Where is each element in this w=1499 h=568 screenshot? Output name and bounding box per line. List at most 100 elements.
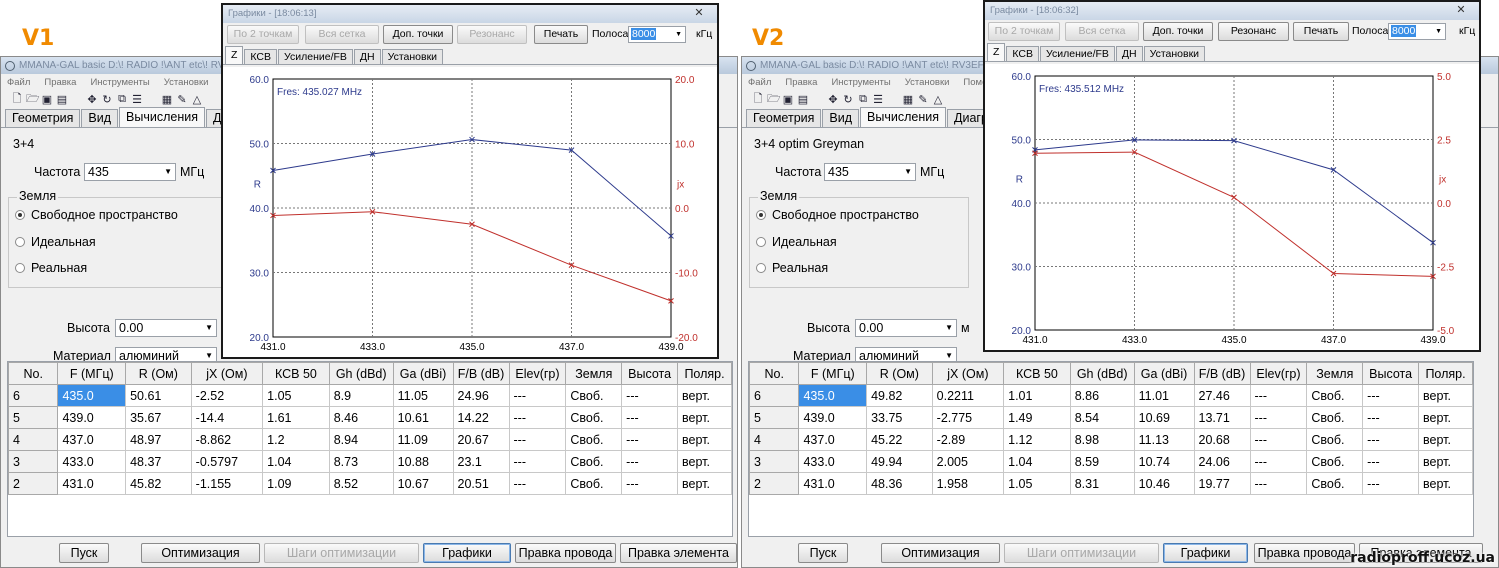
- print-button[interactable]: Печать: [1293, 22, 1349, 41]
- table-row[interactable]: 6 435.0 50.61 -2.52 1.05 8.9 11.05 24.96…: [8, 384, 732, 407]
- tab-geometry[interactable]: Геометрия: [5, 109, 81, 127]
- save-icon[interactable]: ▣: [782, 93, 794, 106]
- col-header[interactable]: No.: [749, 362, 800, 385]
- full-grid-button[interactable]: Вся сетка: [305, 25, 379, 44]
- edit-wire-button[interactable]: Правка провода: [515, 543, 616, 563]
- tab-geometry[interactable]: Геометрия: [746, 109, 822, 127]
- col-header[interactable]: Elev(гр): [1249, 362, 1308, 385]
- extra-points-button[interactable]: Доп. точки: [383, 25, 453, 44]
- rotate-icon[interactable]: ↻: [842, 93, 854, 106]
- table-row[interactable]: 2 431.0 45.82 -1.155 1.09 8.52 10.67 20.…: [8, 472, 732, 495]
- col-header[interactable]: Поляр.: [677, 362, 732, 385]
- height-combo[interactable]: 0.00 ▼: [855, 319, 957, 337]
- two-points-button[interactable]: По 2 точкам: [988, 22, 1060, 41]
- run-button[interactable]: Пуск: [798, 543, 848, 563]
- table-row[interactable]: 6 435.0 49.82 0.2211 1.01 8.86 11.01 27.…: [749, 384, 1473, 407]
- table-row[interactable]: 4 437.0 48.97 -8.862 1.2 8.94 11.09 20.6…: [8, 428, 732, 451]
- graphs-button[interactable]: Графики: [1163, 543, 1248, 563]
- col-header[interactable]: F/B (dB): [452, 362, 510, 385]
- frequency-combo[interactable]: 435 ▼: [84, 163, 176, 181]
- close-icon[interactable]: ✕: [687, 6, 711, 20]
- graph-tab-settings[interactable]: Установки: [381, 49, 444, 64]
- table-row[interactable]: 3 433.0 48.37 -0.5797 1.04 8.73 10.88 23…: [8, 450, 732, 473]
- col-header[interactable]: Земля: [1306, 362, 1364, 385]
- full-grid-button[interactable]: Вся сетка: [1065, 22, 1139, 41]
- col-header[interactable]: No.: [8, 362, 59, 385]
- edit-element-button[interactable]: Правка элемента: [620, 543, 737, 563]
- table-row[interactable]: 2 431.0 48.36 1.958 1.05 8.31 10.46 19.7…: [749, 472, 1473, 495]
- edit-wire-button[interactable]: Правка провода: [1254, 543, 1355, 563]
- col-header[interactable]: jX (Ом): [190, 362, 264, 385]
- graph-tab-gain[interactable]: Усиление/FB: [278, 49, 353, 64]
- graph-tab-swr[interactable]: КСВ: [244, 49, 278, 64]
- col-header[interactable]: Высота: [1362, 362, 1420, 385]
- tab-view[interactable]: Вид: [822, 109, 860, 127]
- height-combo[interactable]: 0.00 ▼: [115, 319, 217, 337]
- optimization-steps-button[interactable]: Шаги оптимизации: [1004, 543, 1159, 563]
- graph-tab-pattern[interactable]: ДН: [1115, 46, 1143, 61]
- table-row[interactable]: 3 433.0 49.94 2.005 1.04 8.59 10.74 24.0…: [749, 450, 1473, 473]
- radio-free-space[interactable]: Свободное пространство: [756, 208, 919, 222]
- graph-tab-pattern[interactable]: ДН: [353, 49, 381, 64]
- new-file-icon[interactable]: 🗋: [752, 90, 764, 109]
- radio-real[interactable]: Реальная: [15, 261, 87, 275]
- optimize-button[interactable]: Оптимизация: [881, 543, 1000, 563]
- graph-tab-swr[interactable]: КСВ: [1006, 46, 1040, 61]
- move-icon[interactable]: ✥: [86, 93, 98, 106]
- col-header[interactable]: Elev(гр): [508, 362, 567, 385]
- save-icon[interactable]: ▣: [41, 93, 53, 106]
- col-header[interactable]: Земля: [565, 362, 623, 385]
- menu-file[interactable]: Файл: [7, 77, 30, 88]
- col-header[interactable]: R (Ом): [866, 362, 933, 385]
- col-header[interactable]: Gh (dBd): [328, 362, 394, 385]
- band-combo[interactable]: 8000 ▼: [628, 26, 686, 43]
- resonance-button[interactable]: Резонанс: [457, 25, 527, 44]
- graph-tab-z[interactable]: Z: [987, 43, 1006, 61]
- menu-file[interactable]: Файл: [748, 77, 771, 88]
- radio-free-space[interactable]: Свободное пространство: [15, 208, 178, 222]
- radio-ideal[interactable]: Идеальная: [756, 235, 837, 249]
- graph-tab-z[interactable]: Z: [225, 46, 244, 64]
- edit-icon[interactable]: ▦: [161, 93, 173, 106]
- col-header[interactable]: jX (Ом): [931, 362, 1005, 385]
- col-header[interactable]: Gh (dBd): [1069, 362, 1135, 385]
- wire-icon[interactable]: ☰: [131, 93, 143, 106]
- pen-icon[interactable]: ✎: [176, 93, 188, 106]
- run-button[interactable]: Пуск: [59, 543, 109, 563]
- col-header[interactable]: Ga (dBi): [392, 362, 454, 385]
- rotate-icon[interactable]: ↻: [101, 93, 113, 106]
- menu-edit[interactable]: Правка: [785, 77, 817, 88]
- optimization-steps-button[interactable]: Шаги оптимизации: [264, 543, 419, 563]
- graph-titlebar[interactable]: Графики - [18:06:32] ✕: [985, 2, 1479, 20]
- col-header[interactable]: Высота: [621, 362, 679, 385]
- optimize-button[interactable]: Оптимизация: [141, 543, 260, 563]
- table-row[interactable]: 4 437.0 45.22 -2.89 1.12 8.98 11.13 20.6…: [749, 428, 1473, 451]
- graph-tab-settings[interactable]: Установки: [1143, 46, 1206, 61]
- extra-points-button[interactable]: Доп. точки: [1143, 22, 1213, 41]
- copy-icon[interactable]: ⧉: [857, 93, 869, 106]
- tab-calculations[interactable]: Вычисления: [119, 107, 205, 127]
- two-points-button[interactable]: По 2 точкам: [227, 25, 299, 44]
- col-header[interactable]: R (Ом): [125, 362, 192, 385]
- edit-icon[interactable]: ▦: [902, 93, 914, 106]
- triangle-icon[interactable]: △: [932, 93, 944, 106]
- table-row[interactable]: 5 439.0 33.75 -2.775 1.49 8.54 10.69 13.…: [749, 406, 1473, 429]
- radio-real[interactable]: Реальная: [756, 261, 828, 275]
- menu-edit[interactable]: Правка: [44, 77, 76, 88]
- frequency-combo[interactable]: 435 ▼: [824, 163, 916, 181]
- new-file-icon[interactable]: 🗋: [11, 90, 23, 109]
- band-combo[interactable]: 8000 ▼: [1388, 23, 1446, 40]
- move-icon[interactable]: ✥: [827, 93, 839, 106]
- close-icon[interactable]: ✕: [1449, 3, 1473, 17]
- menu-settings[interactable]: Установки: [905, 77, 950, 88]
- save-as-icon[interactable]: ▤: [797, 93, 809, 106]
- open-folder-icon[interactable]: 🗁: [26, 90, 40, 109]
- menu-tools[interactable]: Инструменты: [831, 77, 890, 88]
- graph-tab-gain[interactable]: Усиление/FB: [1040, 46, 1115, 61]
- col-header[interactable]: F/B (dB): [1193, 362, 1251, 385]
- table-row[interactable]: 5 439.0 35.67 -14.4 1.61 8.46 10.61 14.2…: [8, 406, 732, 429]
- save-as-icon[interactable]: ▤: [56, 93, 68, 106]
- pen-icon[interactable]: ✎: [917, 93, 929, 106]
- menu-tools[interactable]: Инструменты: [90, 77, 149, 88]
- col-header[interactable]: КСВ 50: [1003, 362, 1071, 385]
